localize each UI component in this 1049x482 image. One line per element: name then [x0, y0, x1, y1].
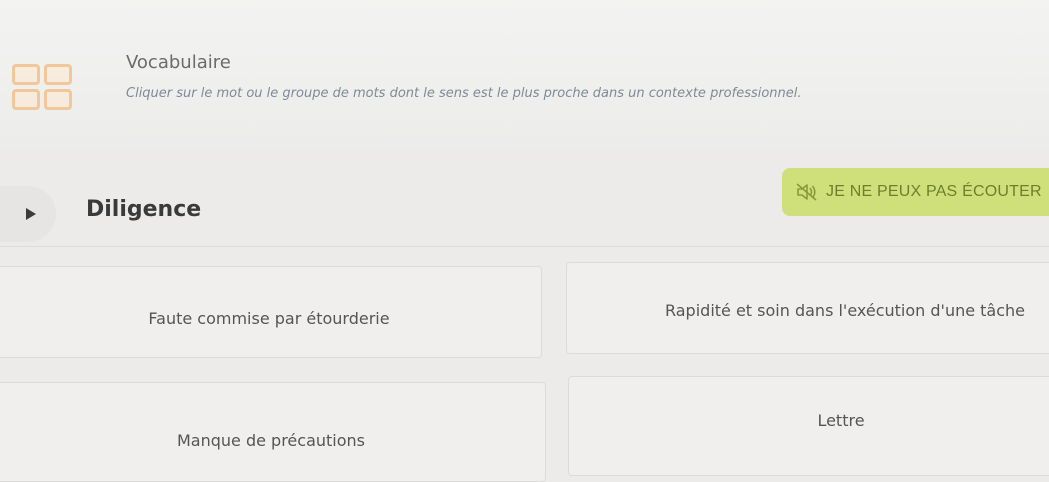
speaker-muted-icon — [796, 183, 818, 201]
answer-option-1[interactable]: Faute commise par étourderie — [0, 266, 542, 358]
cant-listen-button[interactable]: JE NE PEUX PAS ÉCOUTER — [782, 168, 1049, 216]
play-icon — [26, 208, 36, 220]
instruction-text: Cliquer sur le mot ou le groupe de mots … — [126, 86, 802, 101]
header: Vocabulaire Cliquer sur le mot ou le gro… — [0, 0, 1049, 150]
section-title: Vocabulaire — [126, 52, 231, 73]
play-audio-button[interactable] — [0, 186, 56, 242]
answer-option-3[interactable]: Manque de précautions — [0, 382, 546, 482]
divider — [0, 246, 1049, 247]
answer-option-label: Lettre — [817, 410, 865, 430]
answer-option-label: Rapidité et soin dans l'exécution d'une … — [664, 300, 1026, 320]
answer-option-label: Faute commise par étourderie — [148, 308, 390, 328]
answer-option-2[interactable]: Rapidité et soin dans l'exécution d'une … — [566, 262, 1049, 354]
answer-option-4[interactable]: Lettre — [568, 376, 1049, 476]
cant-listen-label: JE NE PEUX PAS ÉCOUTER — [826, 183, 1042, 200]
grid-icon — [12, 64, 72, 110]
answer-option-label: Manque de précautions — [176, 430, 365, 450]
target-word: Diligence — [86, 197, 202, 222]
